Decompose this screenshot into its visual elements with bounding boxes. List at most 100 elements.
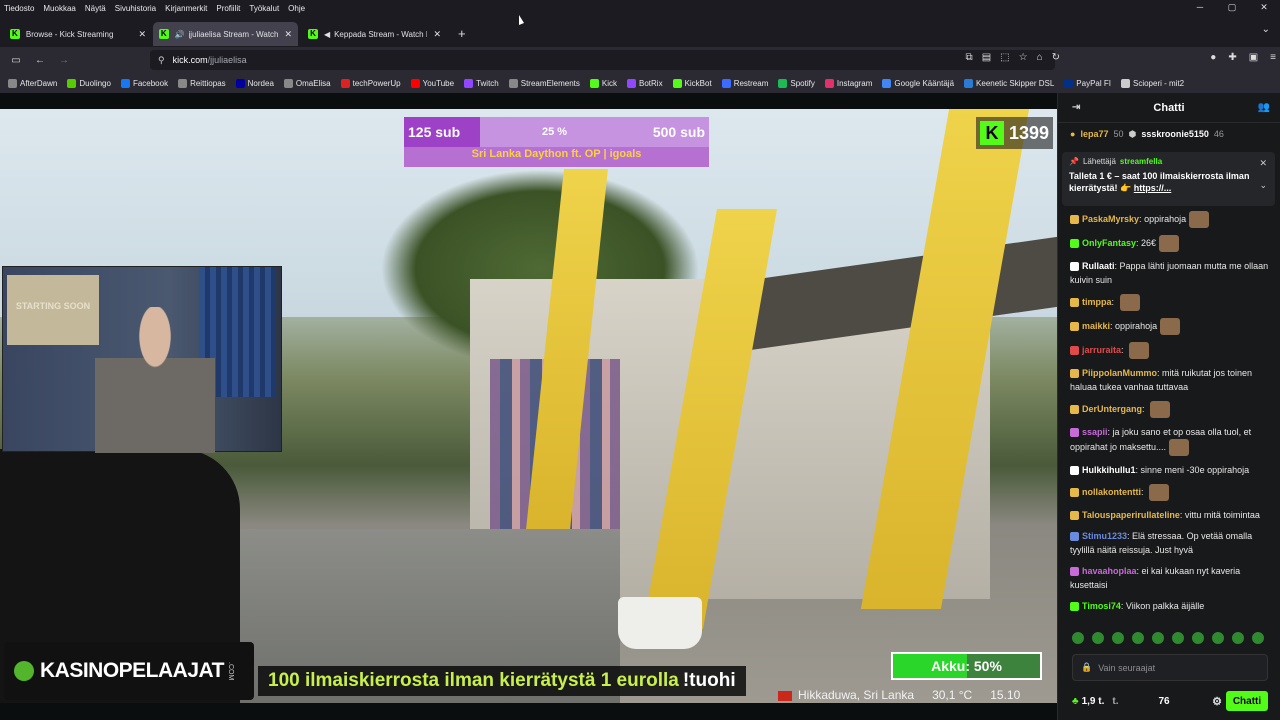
chat-emote-icon[interactable] — [1150, 401, 1171, 418]
chat-username[interactable]: timppa — [1082, 297, 1112, 307]
chat-username[interactable]: Rullaati — [1082, 261, 1115, 271]
chat-input[interactable]: 🔒 Vain seuraajat — [1072, 654, 1268, 681]
chat-username[interactable]: Stimu1233 — [1082, 531, 1127, 541]
users-icon[interactable]: 👥 — [1258, 102, 1270, 113]
bookmark-item[interactable]: Instagram — [824, 78, 872, 88]
chat-emote-icon[interactable] — [1189, 211, 1210, 228]
pinned-link[interactable]: https://... — [1134, 183, 1172, 193]
close-window-icon[interactable]: ✕ — [1248, 2, 1280, 13]
bookmark-star-icon[interactable]: ☆ — [1019, 52, 1028, 63]
chat-username[interactable]: Timosi74 — [1082, 601, 1121, 611]
home-icon[interactable]: ⌂ — [1037, 52, 1043, 63]
new-tab-icon[interactable]: + — [458, 26, 466, 41]
chat-emote-icon[interactable] — [1119, 294, 1140, 311]
bookmark-item[interactable]: Kick — [589, 78, 617, 88]
chat-emote-icon[interactable] — [1129, 342, 1150, 359]
chat-username[interactable]: Hulkkihullu1 — [1082, 465, 1136, 475]
chat-emote-icon[interactable] — [1149, 484, 1170, 501]
bookmark-item[interactable]: AfterDawn — [8, 78, 57, 88]
close-tab-icon[interactable]: ✕ — [284, 29, 292, 40]
speaker-icon[interactable]: ◀ — [324, 30, 330, 39]
top-user-1[interactable]: lepa77 — [1080, 129, 1108, 140]
menu-item[interactable]: Muokkaa — [43, 4, 75, 13]
pinned-message[interactable]: 📌 Lähettäjä streamfella Talleta 1 € – sa… — [1062, 152, 1275, 206]
site-info-icon[interactable]: ⚲ — [158, 55, 165, 66]
close-tab-icon[interactable]: ✕ — [433, 29, 441, 40]
extensions-icon[interactable]: ✚ — [1228, 52, 1236, 63]
top-user-2[interactable]: ssskroonie5150 — [1141, 129, 1209, 140]
bookmark-item[interactable]: Reittiopas — [178, 78, 226, 88]
chat-username[interactable]: PaskaMyrsky — [1082, 214, 1139, 224]
emote-icon[interactable] — [1172, 632, 1184, 644]
bookmark-item[interactable]: Keenetic Skipper DSL — [964, 78, 1054, 88]
chat-username[interactable]: Talouspaperirullateline — [1082, 510, 1180, 520]
bookmark-item[interactable]: Nordea — [235, 78, 274, 88]
expand-chevron-icon[interactable]: ⌄ — [1259, 180, 1267, 191]
menu-icon[interactable]: ≡ — [1270, 52, 1276, 63]
bookmark-item[interactable]: techPowerUp — [340, 78, 401, 88]
send-chat-button[interactable]: Chatti — [1226, 691, 1268, 711]
bookmark-item[interactable]: Scioperi - mit2 — [1120, 78, 1184, 88]
bookmark-item[interactable]: Restream — [721, 78, 768, 88]
minimize-icon[interactable]: ─ — [1184, 2, 1216, 13]
stream-video[interactable]: STARTING SOON 125 sub 25 % 500 sub Sri L… — [0, 109, 1057, 703]
bookmark-item[interactable]: Google Kääntäjä — [882, 78, 954, 88]
menu-item[interactable]: Kirjanmerkit — [165, 4, 207, 13]
chat-emote-icon[interactable] — [1160, 318, 1181, 335]
bookmark-item[interactable]: BotRix — [627, 78, 663, 88]
bookmark-item[interactable]: Duolingo — [67, 78, 111, 88]
menu-item[interactable]: Sivuhistoria — [115, 4, 156, 13]
chat-username[interactable]: ssapii — [1082, 427, 1108, 437]
chat-emote-icon[interactable] — [1169, 439, 1190, 456]
tab-browse-kick[interactable]: K Browse - Kick Streaming ✕ — [4, 22, 152, 46]
emote-icon[interactable] — [1192, 632, 1204, 644]
tab-keppada[interactable]: K ◀ Keppada Stream - Watch Li ✕ — [302, 22, 447, 46]
emote-icon[interactable] — [1092, 632, 1104, 644]
sidebar-toggle-icon[interactable]: ▭ — [4, 55, 28, 66]
bookmark-item[interactable]: OmaElisa — [283, 78, 331, 88]
account-icon[interactable]: ● — [1210, 52, 1216, 63]
collapse-chat-icon[interactable]: ⇥ — [1072, 102, 1080, 113]
bookmark-item[interactable]: Spotify — [778, 78, 815, 88]
chat-username[interactable]: jarruraita — [1082, 345, 1121, 355]
bookmark-item[interactable]: Twitch — [464, 78, 499, 88]
reload-icon[interactable]: ↻ — [1052, 52, 1060, 63]
emote-icon[interactable] — [1212, 632, 1224, 644]
bookmark-item[interactable]: PayPal FI — [1064, 78, 1111, 88]
emote-icon[interactable] — [1252, 632, 1264, 644]
emote-icon[interactable] — [1152, 632, 1164, 644]
chat-username[interactable]: havaahoplaa — [1082, 566, 1137, 576]
menu-item[interactable]: Työkalut — [249, 4, 279, 13]
back-icon[interactable]: ← — [28, 55, 52, 66]
bookmark-item[interactable]: StreamElements — [508, 78, 580, 88]
chat-username[interactable]: OnlyFantasy — [1082, 238, 1136, 248]
translate-icon[interactable]: ⧉ — [966, 52, 973, 63]
chat-username[interactable]: PiippolanMummo — [1082, 368, 1157, 378]
addon-badge-icon[interactable]: ▣ — [1249, 52, 1258, 63]
unpin-icon[interactable]: ✕ — [1259, 158, 1267, 169]
screenshot-icon[interactable]: ⬚ — [1000, 52, 1009, 63]
maximize-icon[interactable]: ▢ — [1216, 2, 1248, 13]
bookmark-item[interactable]: KickBot — [672, 78, 712, 88]
menu-item[interactable]: Ohje — [288, 4, 305, 13]
chat-emote-icon[interactable] — [1159, 235, 1180, 252]
emote-icon[interactable] — [1132, 632, 1144, 644]
bookmark-item[interactable]: Facebook — [120, 78, 168, 88]
forward-icon[interactable]: → — [52, 55, 76, 66]
menu-item[interactable]: Näytä — [85, 4, 106, 13]
menu-item[interactable]: Tiedosto — [4, 4, 34, 13]
chat-username[interactable]: maikki — [1082, 321, 1110, 331]
tab-list-chevron-icon[interactable]: ⌄ — [1262, 24, 1270, 35]
chat-username[interactable]: nollakontentti — [1082, 487, 1141, 497]
menu-item[interactable]: Profiilit — [216, 4, 240, 13]
emote-icon[interactable] — [1112, 632, 1124, 644]
tab-jjuliaelisa[interactable]: K 🔊 jjuliaelisa Stream - Watch Li ✕ — [153, 22, 298, 46]
reader-icon[interactable]: ▤ — [982, 52, 991, 63]
url-bar[interactable]: ⚲ kick.com/jjuliaelisa — [150, 50, 1055, 70]
close-tab-icon[interactable]: ✕ — [138, 29, 146, 40]
gear-icon[interactable]: ⚙ — [1212, 695, 1222, 708]
speaker-icon[interactable]: 🔊 — [175, 30, 185, 39]
emote-icon[interactable] — [1072, 632, 1084, 644]
pinned-user[interactable]: streamfella — [1120, 157, 1162, 166]
chat-username[interactable]: DerUntergang — [1082, 404, 1142, 414]
